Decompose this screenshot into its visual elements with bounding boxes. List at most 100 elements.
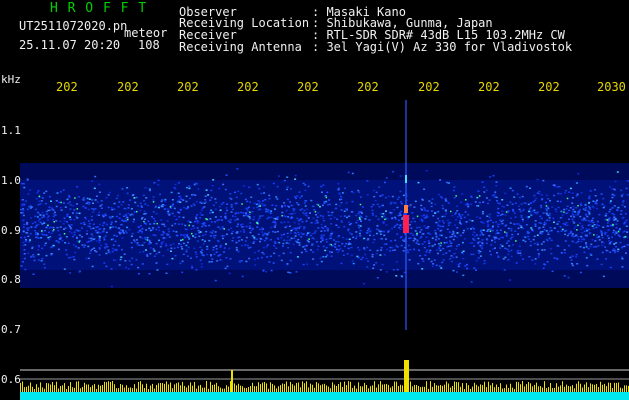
noise-speck	[316, 248, 319, 251]
noise-speck	[218, 219, 221, 221]
noise-speck	[278, 241, 281, 244]
noise-speck	[462, 258, 465, 260]
noise-speck	[358, 191, 360, 193]
noise-speck	[347, 243, 350, 246]
noise-speck	[80, 236, 83, 238]
noise-speck	[371, 212, 374, 214]
noise-speck	[419, 237, 422, 239]
noise-speck	[229, 258, 232, 260]
noise-speck	[466, 263, 468, 266]
noise-speck	[125, 232, 128, 234]
noise-speck	[121, 188, 124, 190]
noise-speck	[501, 213, 504, 216]
amplitude-bar	[24, 387, 25, 392]
noise-speck	[228, 197, 231, 199]
noise-speck	[333, 216, 336, 219]
noise-speck	[491, 226, 494, 229]
noise-speck	[262, 269, 265, 271]
noise-speck	[100, 207, 103, 209]
noise-speck	[55, 220, 58, 222]
noise-speck	[501, 222, 504, 225]
noise-speck	[126, 216, 129, 219]
noise-speck	[403, 212, 406, 215]
noise-speck	[66, 221, 68, 223]
noise-speck	[259, 240, 261, 243]
noise-speck	[124, 207, 127, 210]
noise-speck	[213, 237, 216, 239]
noise-speck	[485, 197, 488, 199]
y-tick: 0.6	[1, 373, 21, 386]
noise-speck	[332, 239, 335, 241]
noise-speck	[245, 207, 248, 210]
noise-speck	[171, 199, 174, 201]
noise-speck	[308, 212, 311, 214]
noise-speck	[245, 212, 247, 214]
noise-speck	[399, 224, 402, 226]
noise-speck	[104, 213, 107, 215]
noise-speck	[104, 235, 107, 237]
noise-speck	[416, 239, 419, 241]
noise-speck	[573, 222, 576, 224]
amplitude-bar	[448, 383, 449, 392]
noise-speck	[208, 239, 211, 242]
noise-speck	[60, 191, 62, 193]
noise-speck	[431, 265, 434, 268]
noise-speck	[491, 239, 493, 242]
noise-speck	[369, 234, 371, 237]
amplitude-bar	[572, 385, 573, 392]
noise-speck	[534, 225, 537, 227]
noise-speck	[624, 213, 627, 215]
noise-speck	[479, 255, 482, 257]
noise-speck	[218, 187, 221, 190]
noise-speck	[578, 212, 580, 214]
noise-speck	[178, 216, 181, 218]
noise-speck	[86, 197, 89, 200]
noise-speck	[186, 241, 189, 244]
noise-speck	[355, 221, 358, 224]
noise-speck	[244, 240, 247, 242]
noise-speck	[334, 243, 337, 245]
noise-speck	[320, 185, 323, 188]
noise-speck	[459, 222, 461, 224]
noise-speck	[407, 244, 410, 247]
noise-speck	[390, 227, 393, 230]
noise-speck	[525, 224, 528, 226]
noise-speck	[114, 259, 117, 261]
noise-speck	[41, 258, 44, 260]
noise-speck	[411, 212, 414, 214]
noise-speck	[91, 265, 94, 268]
noise-speck	[249, 217, 252, 220]
time-tick: 202	[237, 80, 259, 94]
noise-speck	[501, 245, 504, 247]
amplitude-bar	[606, 386, 607, 392]
noise-speck	[117, 194, 120, 197]
noise-speck	[253, 202, 256, 204]
amplitude-bar	[318, 383, 319, 392]
noise-speck	[119, 229, 122, 231]
noise-speck	[196, 240, 199, 242]
noise-speck	[592, 221, 595, 224]
noise-speck	[38, 246, 41, 248]
noise-speck	[184, 224, 187, 227]
noise-speck	[371, 255, 374, 258]
noise-speck	[540, 204, 543, 207]
noise-speck	[604, 231, 607, 234]
noise-speck	[573, 216, 576, 218]
noise-speck	[406, 249, 409, 252]
noise-speck	[417, 262, 420, 265]
noise-speck	[178, 195, 181, 198]
noise-speck	[22, 244, 25, 247]
noise-speck	[400, 226, 403, 228]
amplitude-bar	[240, 385, 241, 392]
noise-speck	[615, 246, 618, 248]
noise-speck	[420, 229, 423, 231]
noise-speck	[384, 218, 386, 221]
noise-speck	[257, 219, 260, 221]
time-tick: 202	[478, 80, 500, 94]
noise-speck	[340, 215, 343, 217]
noise-speck	[92, 223, 95, 225]
noise-speck	[68, 230, 71, 233]
noise-speck	[423, 207, 426, 209]
noise-speck	[211, 211, 214, 214]
noise-speck	[38, 218, 41, 220]
